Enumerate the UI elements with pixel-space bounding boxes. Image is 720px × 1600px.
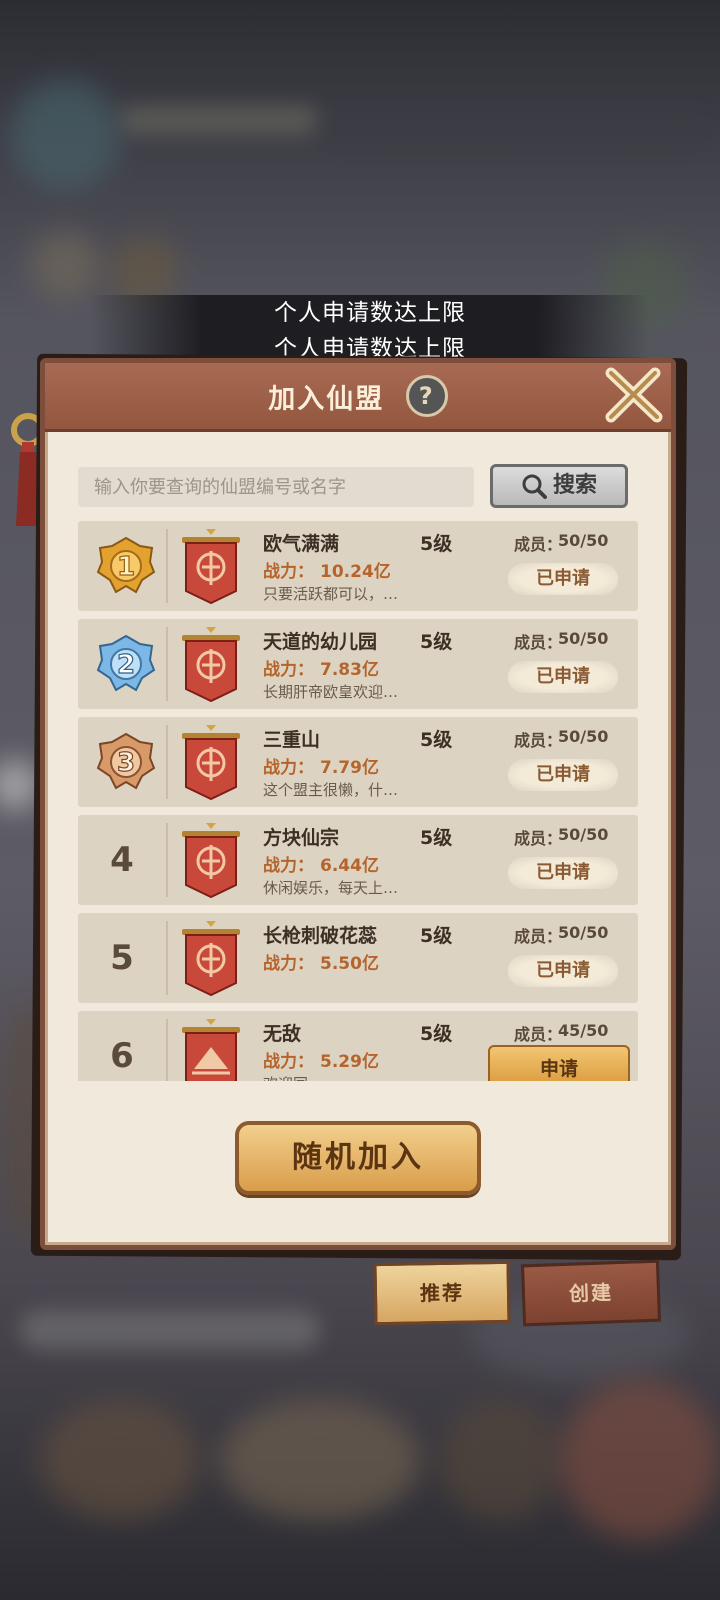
- rank-number: 4: [110, 840, 134, 880]
- applied-status: 已申请: [508, 857, 618, 889]
- guild-row[interactable]: 3 三重山 5级 战力： 7.79亿 这个盟主很懒，什… 成员： 50/50 已…: [78, 717, 638, 807]
- guild-members: 50/50: [558, 825, 609, 844]
- search-button[interactable]: 搜索: [490, 464, 628, 508]
- power-label: 战力：: [263, 758, 314, 778]
- guild-name: 三重山: [263, 729, 321, 751]
- applied-status: 已申请: [508, 759, 618, 791]
- guild-members: 50/50: [558, 727, 609, 746]
- guild-row[interactable]: 5 长枪刺破花蕊 5级 战力： 5.50亿 成员： 50/50 已申请: [78, 913, 638, 1003]
- applied-status: 已申请: [508, 661, 618, 693]
- bronze-rank-medal-icon: 3: [96, 732, 156, 790]
- guild-members: 50/50: [558, 923, 609, 942]
- close-icon[interactable]: [603, 365, 665, 427]
- guild-description: 只要活跃都可以，…: [263, 585, 399, 603]
- guild-power: 5.29亿: [320, 1052, 379, 1072]
- guild-power: 10.24亿: [320, 562, 391, 582]
- guild-banner-icon: [182, 627, 240, 703]
- guild-members: 45/50: [558, 1021, 609, 1040]
- guild-list[interactable]: 1 欧气满满 5级 战力： 10.24亿 只要活跃都可以，… 成员： 50/50…: [78, 521, 638, 1081]
- guild-banner-icon: [182, 725, 240, 801]
- search-button-label: 搜索: [552, 473, 597, 498]
- guild-description: 休闲娱乐，每天上…: [263, 879, 399, 897]
- members-label: 成员：: [514, 535, 563, 554]
- guild-members: 50/50: [558, 531, 609, 550]
- guild-banner-icon: [182, 921, 240, 997]
- guild-level: 5级: [420, 1023, 453, 1045]
- members-label: 成员：: [514, 829, 563, 848]
- apply-button[interactable]: 申请: [488, 1045, 630, 1081]
- guild-banner-icon: [182, 529, 240, 605]
- random-join-button[interactable]: 随机加入: [235, 1121, 481, 1195]
- applied-status: 已申请: [508, 563, 618, 595]
- rank-number: 6: [110, 1036, 134, 1076]
- power-label: 战力：: [263, 660, 314, 680]
- help-icon[interactable]: ?: [405, 375, 448, 417]
- power-label: 战力：: [263, 954, 314, 974]
- guild-row[interactable]: 1 欧气满满 5级 战力： 10.24亿 只要活跃都可以，… 成员： 50/50…: [78, 521, 638, 611]
- rank-number: 3: [117, 748, 135, 778]
- dialog-title: 加入仙盟: [268, 383, 385, 415]
- guild-level: 5级: [420, 925, 453, 947]
- guild-description: 这个盟主很懒，什…: [263, 781, 399, 799]
- guild-power: 5.50亿: [320, 954, 379, 974]
- guild-name: 天道的幼儿园: [263, 631, 378, 653]
- power-label: 战力：: [263, 562, 314, 582]
- guild-power: 6.44亿: [320, 856, 379, 876]
- tab-recommend[interactable]: 推荐: [373, 1260, 511, 1326]
- guild-level: 5级: [420, 631, 453, 653]
- guild-power: 7.79亿: [320, 758, 379, 778]
- guild-banner-icon: [182, 1019, 240, 1081]
- power-label: 战力：: [263, 856, 314, 876]
- guild-row[interactable]: 2 天道的幼儿园 5级 战力： 7.83亿 长期肝帝欧皇欢迎… 成员： 50/5…: [78, 619, 638, 709]
- guild-name: 欧气满满: [263, 533, 340, 555]
- gold-rank-medal-icon: 1: [96, 536, 156, 594]
- search-icon: [522, 474, 547, 499]
- dialog-title-row: 加入仙盟 ?: [45, 375, 671, 417]
- guild-name: 无敌: [263, 1023, 302, 1045]
- members-label: 成员：: [514, 633, 563, 652]
- rank-number: 5: [110, 938, 134, 978]
- guild-search-input[interactable]: [78, 467, 474, 507]
- guild-row[interactable]: 4 方块仙宗 5级 战力： 6.44亿 休闲娱乐，每天上… 成员： 50/50 …: [78, 815, 638, 905]
- guild-level: 5级: [420, 533, 453, 555]
- guild-banner-icon: [182, 823, 240, 899]
- guild-row[interactable]: 6 无敌 5级 战力： 5.29亿 欢迎同… 成员： 45/50 申请: [78, 1011, 638, 1081]
- guild-power: 7.83亿: [320, 660, 379, 680]
- toast-message: 个人申请数达上限: [90, 295, 650, 331]
- guild-level: 5级: [420, 729, 453, 751]
- join-guild-dialog: 加入仙盟 ? 搜索 1: [40, 358, 676, 1250]
- members-label: 成员：: [514, 1025, 563, 1044]
- tab-create[interactable]: 创建: [520, 1259, 662, 1327]
- guild-name: 方块仙宗: [263, 827, 340, 849]
- guild-members: 50/50: [558, 629, 609, 648]
- members-label: 成员：: [514, 927, 563, 946]
- guild-description: 欢迎同…: [263, 1073, 323, 1081]
- dialog-header: 加入仙盟 ?: [45, 363, 671, 432]
- silver-rank-medal-icon: 2: [96, 634, 156, 692]
- rank-number: 1: [117, 552, 135, 582]
- guild-description: 长期肝帝欧皇欢迎…: [263, 683, 399, 701]
- guild-name: 长枪刺破花蕊: [263, 925, 378, 947]
- power-label: 战力：: [263, 1052, 314, 1072]
- applied-status: 已申请: [508, 955, 618, 987]
- guild-level: 5级: [420, 827, 453, 849]
- members-label: 成员：: [514, 731, 563, 750]
- rank-number: 2: [117, 650, 135, 680]
